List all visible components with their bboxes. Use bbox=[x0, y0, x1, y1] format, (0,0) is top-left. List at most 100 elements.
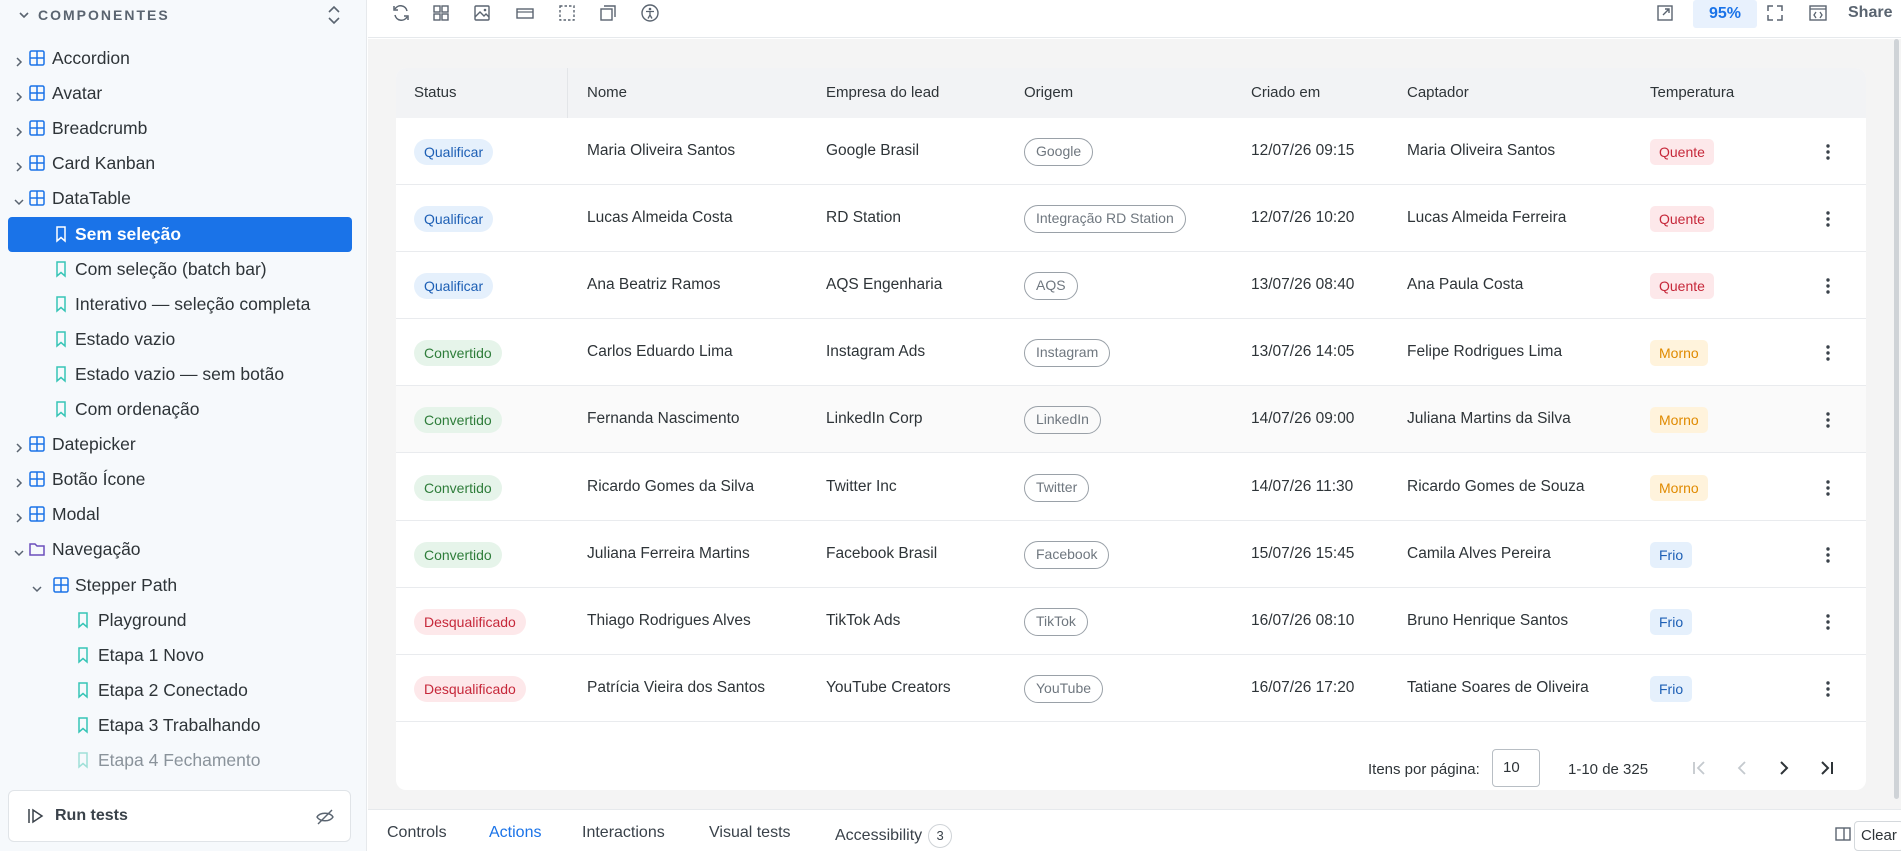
tab-controls[interactable]: Controls bbox=[387, 824, 447, 842]
story-icon bbox=[52, 295, 70, 313]
sidebar: COMPONENTES Accordion Avatar Breadcrumb Car… bbox=[0, 0, 367, 851]
sidebar-item[interactable]: Breadcrumb bbox=[8, 111, 352, 146]
chevron-down-icon[interactable] bbox=[13, 543, 25, 557]
more-options-icon[interactable] bbox=[1818, 679, 1838, 699]
chevron-down-icon[interactable] bbox=[31, 579, 43, 592]
run-tests-button[interactable]: Run tests bbox=[8, 790, 351, 842]
sidebar-item[interactable]: Estado vazio — sem botão bbox=[8, 357, 352, 392]
tab-accessibility[interactable]: Accessibility 3 bbox=[835, 824, 953, 848]
tab-actions[interactable]: Actions bbox=[489, 824, 541, 842]
sidebar-item[interactable]: Card Kanban bbox=[8, 146, 352, 181]
chevron-right-icon[interactable] bbox=[13, 438, 25, 453]
sidebar-item[interactable]: Etapa 4 Fechamento bbox=[8, 743, 352, 778]
table-row[interactable]: Desqualificado Thiago Rodrigues Alves TikT… bbox=[396, 588, 1866, 655]
sidebar-item[interactable]: Com seleção (batch bar) bbox=[8, 252, 352, 287]
sidebar-item[interactable]: Datepicker bbox=[8, 427, 352, 462]
table-row[interactable]: Convertido Carlos Eduardo Lima Instagram A… bbox=[396, 319, 1866, 387]
sidebar-item[interactable]: Etapa 3 Trabalhando bbox=[8, 708, 352, 743]
chevron-right-icon[interactable] bbox=[13, 122, 25, 137]
first-page-icon[interactable] bbox=[1688, 757, 1710, 779]
table-row[interactable]: Convertido Ricardo Gomes da Silva Twitter … bbox=[396, 454, 1866, 521]
expand-collapse-icon[interactable] bbox=[326, 4, 342, 26]
status-badge: Qualificar bbox=[414, 206, 494, 233]
more-options-icon[interactable] bbox=[1818, 410, 1838, 430]
table-row[interactable]: Convertido Juliana Ferreira Martins Facebo… bbox=[396, 521, 1866, 588]
story-icon bbox=[52, 225, 70, 243]
more-options-icon[interactable] bbox=[1818, 343, 1838, 363]
outline-icon[interactable] bbox=[557, 3, 577, 23]
measure-icon[interactable] bbox=[515, 3, 535, 23]
grid-icon[interactable] bbox=[431, 3, 451, 23]
chevron-right-icon[interactable] bbox=[13, 87, 25, 102]
sidebar-item[interactable]: Avatar bbox=[8, 76, 352, 111]
sidebar-item[interactable]: DataTable bbox=[8, 181, 352, 216]
sidebar-item[interactable]: Sem seleção bbox=[8, 216, 352, 252]
table-row[interactable]: Convertido Fernanda Nascimento LinkedIn Co… bbox=[396, 386, 1866, 454]
chevron-right-icon[interactable] bbox=[13, 508, 25, 523]
sidebar-item[interactable]: Stepper Path bbox=[8, 568, 352, 603]
more-options-icon[interactable] bbox=[1818, 209, 1838, 229]
more-options-icon[interactable] bbox=[1818, 142, 1838, 162]
sidebar-item[interactable]: Interativo — seleção completa bbox=[8, 287, 352, 322]
column-header-status[interactable]: Status bbox=[414, 84, 457, 101]
sidebar-item-label: Com seleção (batch bar) bbox=[75, 258, 267, 279]
column-header-origem[interactable]: Origem bbox=[1024, 84, 1073, 101]
lead-name: Ana Beatriz Ramos bbox=[587, 276, 721, 294]
more-options-icon[interactable] bbox=[1818, 545, 1838, 565]
sidebar-item[interactable]: Etapa 2 Conectado bbox=[8, 673, 352, 708]
clear-button[interactable]: Clear bbox=[1854, 821, 1901, 851]
chevron-right-icon[interactable] bbox=[13, 157, 25, 172]
captador: Bruno Henrique Santos bbox=[1407, 611, 1569, 629]
viewport-icon[interactable] bbox=[598, 3, 618, 23]
toolbar: 95% Share bbox=[368, 0, 1901, 38]
open-in-new-icon[interactable] bbox=[1655, 3, 1675, 23]
sidebar-header[interactable]: COMPONENTES bbox=[0, 0, 366, 30]
column-header-temperatura[interactable]: Temperatura bbox=[1650, 84, 1734, 101]
chevron-down-icon[interactable] bbox=[13, 192, 25, 206]
next-page-icon[interactable] bbox=[1773, 757, 1795, 779]
column-header-nome[interactable]: Nome bbox=[587, 84, 627, 101]
watch-mode-icon[interactable] bbox=[316, 808, 334, 826]
sidebar-item[interactable]: Estado vazio bbox=[8, 322, 352, 357]
fullscreen-icon[interactable] bbox=[1765, 3, 1785, 23]
more-options-icon[interactable] bbox=[1818, 478, 1838, 498]
sidebar-item-label: Stepper Path bbox=[75, 574, 178, 595]
sidebar-item-label: DataTable bbox=[52, 188, 131, 209]
sidebar-item-label: Estado vazio — sem botão bbox=[75, 363, 285, 384]
accessibility-icon[interactable] bbox=[640, 3, 660, 23]
background-icon[interactable] bbox=[472, 3, 492, 23]
sidebar-item[interactable]: Playground bbox=[8, 603, 352, 638]
sidebar-item[interactable]: Modal bbox=[8, 497, 352, 532]
previous-page-icon[interactable] bbox=[1731, 757, 1753, 779]
chevron-right-icon[interactable] bbox=[13, 473, 25, 488]
more-options-icon[interactable] bbox=[1818, 276, 1838, 296]
panel-orientation-icon[interactable] bbox=[1834, 825, 1852, 843]
column-header-empresa[interactable]: Empresa do lead bbox=[826, 84, 939, 101]
vertical-scrollbar[interactable] bbox=[1894, 39, 1899, 799]
chevron-right-icon[interactable] bbox=[13, 52, 25, 67]
captador: Maria Oliveira Santos bbox=[1407, 142, 1556, 159]
sidebar-item[interactable]: Navegação bbox=[8, 532, 352, 567]
sidebar-item[interactable]: Botão Ícone bbox=[8, 462, 352, 497]
table-row[interactable]: Qualificar Ana Beatriz Ramos AQS Engenhari… bbox=[396, 252, 1866, 320]
last-page-icon[interactable] bbox=[1816, 757, 1838, 779]
folder-icon bbox=[28, 540, 46, 558]
code-icon[interactable] bbox=[1808, 3, 1828, 23]
sidebar-item[interactable]: Com ordenação bbox=[8, 392, 352, 427]
table-row[interactable]: Qualificar Lucas Almeida Costa RD Station I… bbox=[396, 185, 1866, 253]
table-row[interactable]: Desqualificado Patrícia Vieira dos Santos… bbox=[396, 655, 1866, 722]
share-button[interactable]: Share bbox=[1848, 4, 1892, 22]
sidebar-item[interactable]: Accordion bbox=[8, 41, 352, 76]
tab-visual-tests[interactable]: Visual tests bbox=[709, 824, 791, 842]
more-options-icon[interactable] bbox=[1818, 612, 1838, 632]
table-row[interactable]: Qualificar Maria Oliveira Santos Google Br… bbox=[396, 118, 1866, 185]
tab-interactions[interactable]: Interactions bbox=[582, 824, 665, 842]
items-per-page-select[interactable]: 10 bbox=[1492, 749, 1540, 787]
remount-icon[interactable] bbox=[391, 3, 411, 23]
column-header-criado-em[interactable]: Criado em bbox=[1251, 84, 1320, 101]
column-header-captador[interactable]: Captador bbox=[1407, 84, 1469, 101]
component-icon bbox=[52, 576, 70, 594]
created-at: 12/07/26 09:15 bbox=[1251, 142, 1355, 159]
zoom-level-button[interactable]: 95% bbox=[1693, 0, 1757, 28]
sidebar-item[interactable]: Etapa 1 Novo bbox=[8, 638, 352, 673]
